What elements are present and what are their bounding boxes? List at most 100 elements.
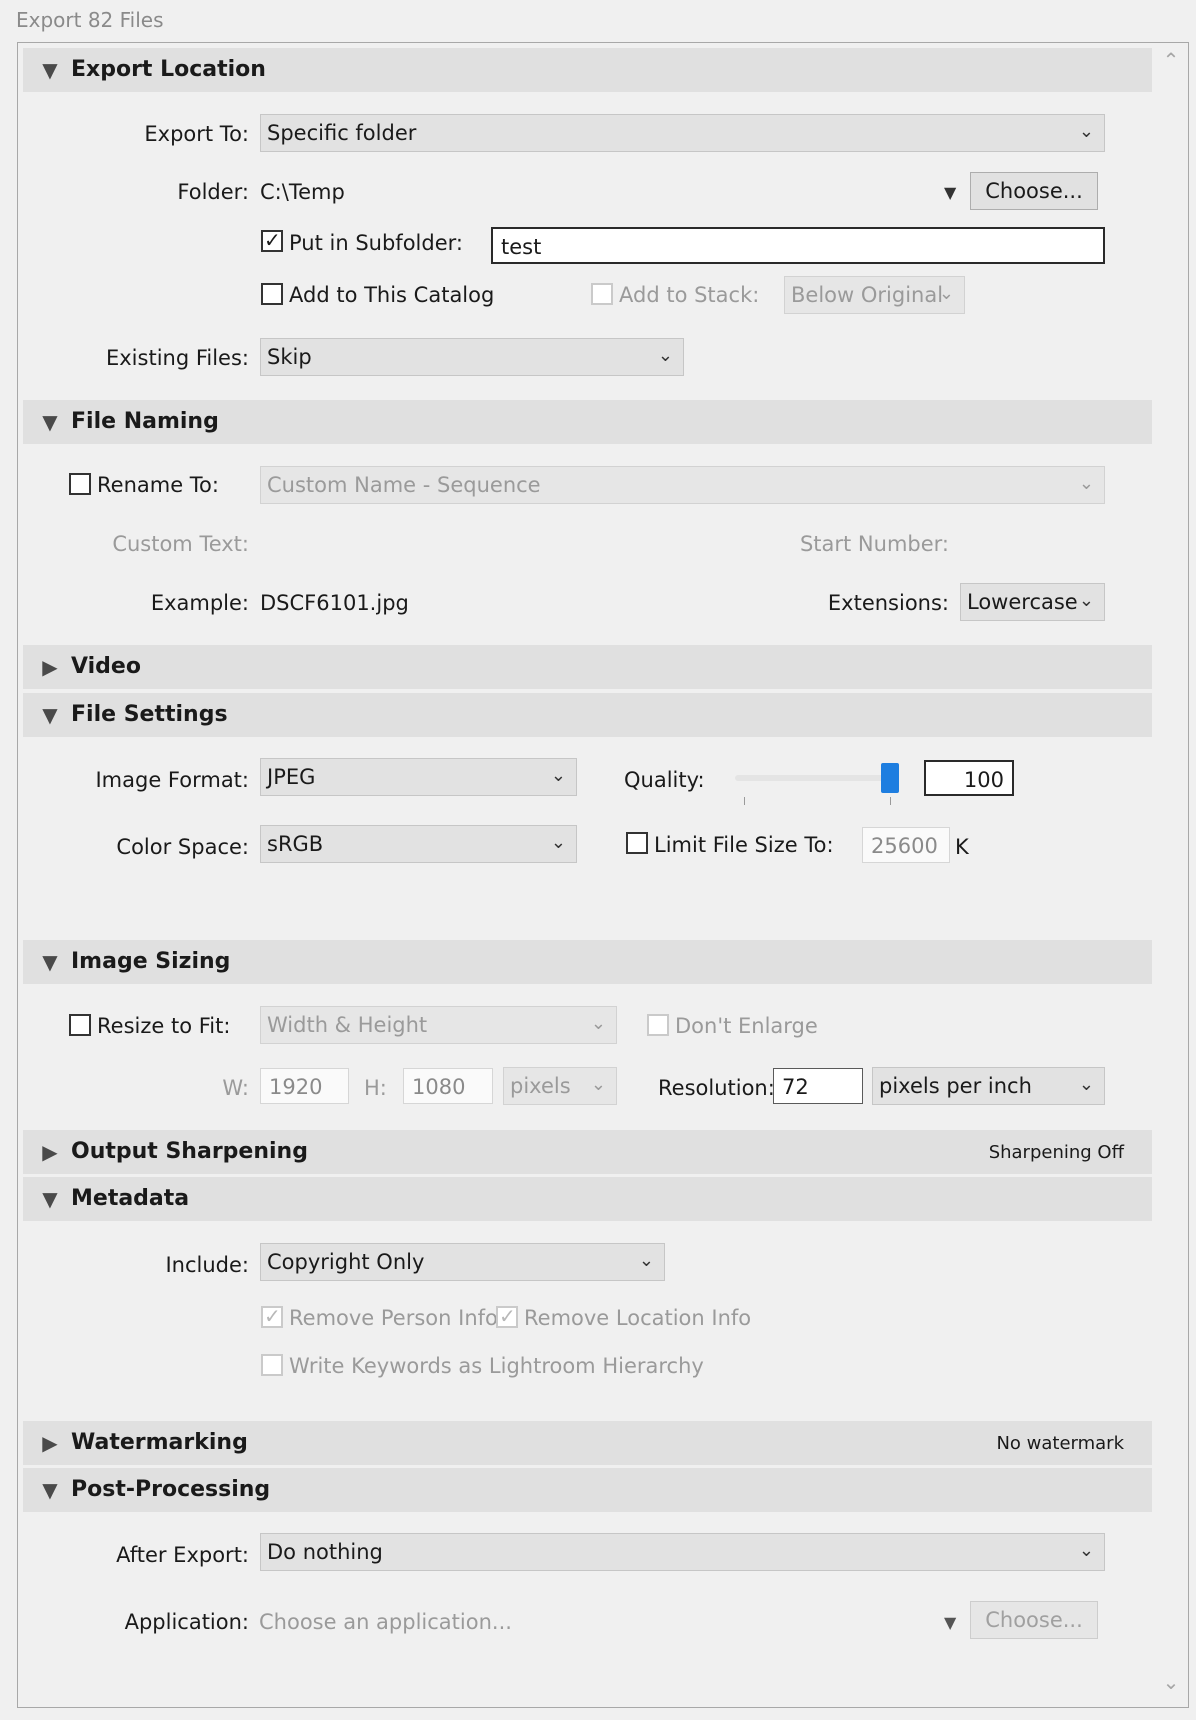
section-title: Export Location (71, 57, 266, 82)
section-post-processing[interactable]: ▼ Post-Processing (23, 1468, 1152, 1512)
export-to-select[interactable]: Specific folder ⌄ (260, 114, 1105, 152)
section-title: Video (71, 654, 141, 679)
remove-person-checkbox[interactable]: ✓ (261, 1304, 283, 1328)
quality-slider-track[interactable] (735, 775, 895, 781)
quality-label: Quality: (624, 768, 705, 792)
rename-select[interactable]: Custom Name - Sequence ⌄ (260, 466, 1105, 504)
add-stack-checkbox[interactable] (591, 283, 613, 305)
example-value: DSCF6101.jpg (260, 591, 409, 615)
rename-checkbox[interactable] (69, 473, 91, 495)
height-input[interactable]: 1080 (403, 1068, 493, 1104)
add-catalog-checkbox[interactable] (261, 283, 283, 305)
chevron-down-icon: ⌄ (1078, 1074, 1094, 1095)
section-file-naming[interactable]: ▼ File Naming (23, 400, 1152, 444)
section-status: Sharpening Off (988, 1142, 1124, 1163)
chevron-down-icon: ⌄ (1078, 1540, 1094, 1561)
chevron-down-icon: ⌄ (550, 832, 566, 853)
include-select[interactable]: Copyright Only ⌄ (260, 1243, 665, 1281)
resolution-input[interactable]: 72 (773, 1068, 863, 1104)
start-number-label: Start Number: (799, 532, 949, 556)
remove-person-label: Remove Person Info (289, 1306, 498, 1330)
application-dropdown-icon[interactable]: ▼ (944, 1613, 956, 1632)
size-unit-select[interactable]: pixels ⌄ (503, 1067, 617, 1105)
resize-select[interactable]: Width & Height ⌄ (260, 1006, 617, 1044)
limit-size-checkbox[interactable] (626, 832, 648, 854)
choose-application-button[interactable]: Choose... (970, 1601, 1098, 1639)
resize-label: Resize to Fit: (97, 1014, 231, 1038)
check-icon: ✓ (264, 228, 281, 252)
after-export-select[interactable]: Do nothing ⌄ (260, 1533, 1105, 1571)
section-title: File Settings (71, 702, 228, 727)
subfolder-label: Put in Subfolder: (289, 231, 463, 255)
limit-size-label: Limit File Size To: (654, 833, 834, 857)
expand-triangle-icon: ▶ (42, 1431, 58, 1455)
export-to-label: Export To: (144, 122, 249, 146)
section-title: Image Sizing (71, 949, 231, 974)
add-stack-label: Add to Stack: (619, 283, 760, 307)
rename-label: Rename To: (97, 473, 219, 497)
folder-label: Folder: (177, 180, 249, 204)
scroll-down-icon[interactable]: ⌄ (1156, 1670, 1186, 1694)
choose-folder-button[interactable]: Choose... (970, 172, 1098, 210)
section-title: Metadata (71, 1186, 190, 1211)
section-file-settings[interactable]: ▼ File Settings (23, 693, 1152, 737)
dont-enlarge-checkbox[interactable] (647, 1014, 669, 1036)
collapse-triangle-icon: ▼ (42, 410, 58, 434)
section-title: Watermarking (71, 1430, 248, 1455)
color-space-label: Color Space: (116, 835, 249, 859)
section-title: File Naming (71, 409, 219, 434)
expand-triangle-icon: ▶ (42, 1140, 58, 1164)
section-video[interactable]: ▶ Video (23, 645, 1152, 689)
check-icon: ✓ (499, 1304, 516, 1328)
width-input[interactable]: 1920 (260, 1068, 349, 1104)
chevron-down-icon: ⌄ (1078, 473, 1094, 494)
folder-dropdown-icon[interactable]: ▼ (944, 183, 956, 202)
dont-enlarge-label: Don't Enlarge (675, 1014, 818, 1038)
write-keywords-label: Write Keywords as Lightroom Hierarchy (289, 1354, 704, 1378)
include-label: Include: (165, 1253, 249, 1277)
extensions-select[interactable]: Lowercase ⌄ (960, 583, 1105, 621)
quality-input[interactable]: 100 (924, 760, 1014, 796)
subfolder-input[interactable]: test (491, 227, 1105, 264)
after-export-label: After Export: (116, 1543, 249, 1567)
chevron-down-icon: ⌄ (1078, 121, 1094, 142)
scrollbar[interactable]: ⌃ ⌄ (1156, 44, 1186, 1704)
folder-path[interactable]: C:\Temp (260, 180, 345, 204)
existing-files-select[interactable]: Skip ⌄ (260, 338, 684, 376)
slider-tick (890, 797, 891, 805)
write-keywords-checkbox[interactable] (261, 1354, 283, 1376)
chevron-down-icon: ⌄ (590, 1074, 606, 1095)
section-watermarking[interactable]: ▶ Watermarking No watermark (23, 1421, 1152, 1465)
application-path[interactable]: Choose an application... (259, 1610, 512, 1634)
add-catalog-label: Add to This Catalog (289, 283, 495, 307)
remove-location-label: Remove Location Info (524, 1306, 752, 1330)
section-metadata[interactable]: ▼ Metadata (23, 1177, 1152, 1221)
resize-checkbox[interactable] (69, 1014, 91, 1036)
width-label: W: (222, 1076, 249, 1100)
remove-location-checkbox[interactable]: ✓ (496, 1304, 518, 1328)
section-status: No watermark (996, 1433, 1124, 1454)
slider-tick (744, 797, 745, 805)
custom-text-label: Custom Text: (112, 532, 249, 556)
color-space-select[interactable]: sRGB ⌄ (260, 825, 577, 863)
chevron-down-icon: ⌄ (1078, 590, 1094, 611)
stack-select[interactable]: Below Original ⌄ (784, 276, 965, 314)
section-title: Post-Processing (71, 1477, 271, 1502)
resolution-unit-select[interactable]: pixels per inch ⌄ (872, 1067, 1105, 1105)
chevron-down-icon: ⌄ (657, 345, 673, 366)
image-format-label: Image Format: (95, 768, 249, 792)
image-format-select[interactable]: JPEG ⌄ (260, 758, 577, 796)
section-output-sharpening[interactable]: ▶ Output Sharpening Sharpening Off (23, 1130, 1152, 1174)
chevron-down-icon: ⌄ (550, 765, 566, 786)
scroll-up-icon[interactable]: ⌃ (1156, 48, 1186, 72)
section-image-sizing[interactable]: ▼ Image Sizing (23, 940, 1152, 984)
chevron-down-icon: ⌄ (638, 1250, 654, 1271)
subfolder-checkbox[interactable]: ✓ (261, 228, 283, 252)
limit-size-input[interactable]: 25600 (862, 827, 950, 863)
collapse-triangle-icon: ▼ (42, 1187, 58, 1211)
quality-slider-thumb[interactable] (881, 763, 899, 793)
section-export-location[interactable]: ▼ Export Location (23, 48, 1152, 92)
height-label: H: (364, 1076, 387, 1100)
collapse-triangle-icon: ▼ (42, 703, 58, 727)
collapse-triangle-icon: ▼ (42, 1478, 58, 1502)
